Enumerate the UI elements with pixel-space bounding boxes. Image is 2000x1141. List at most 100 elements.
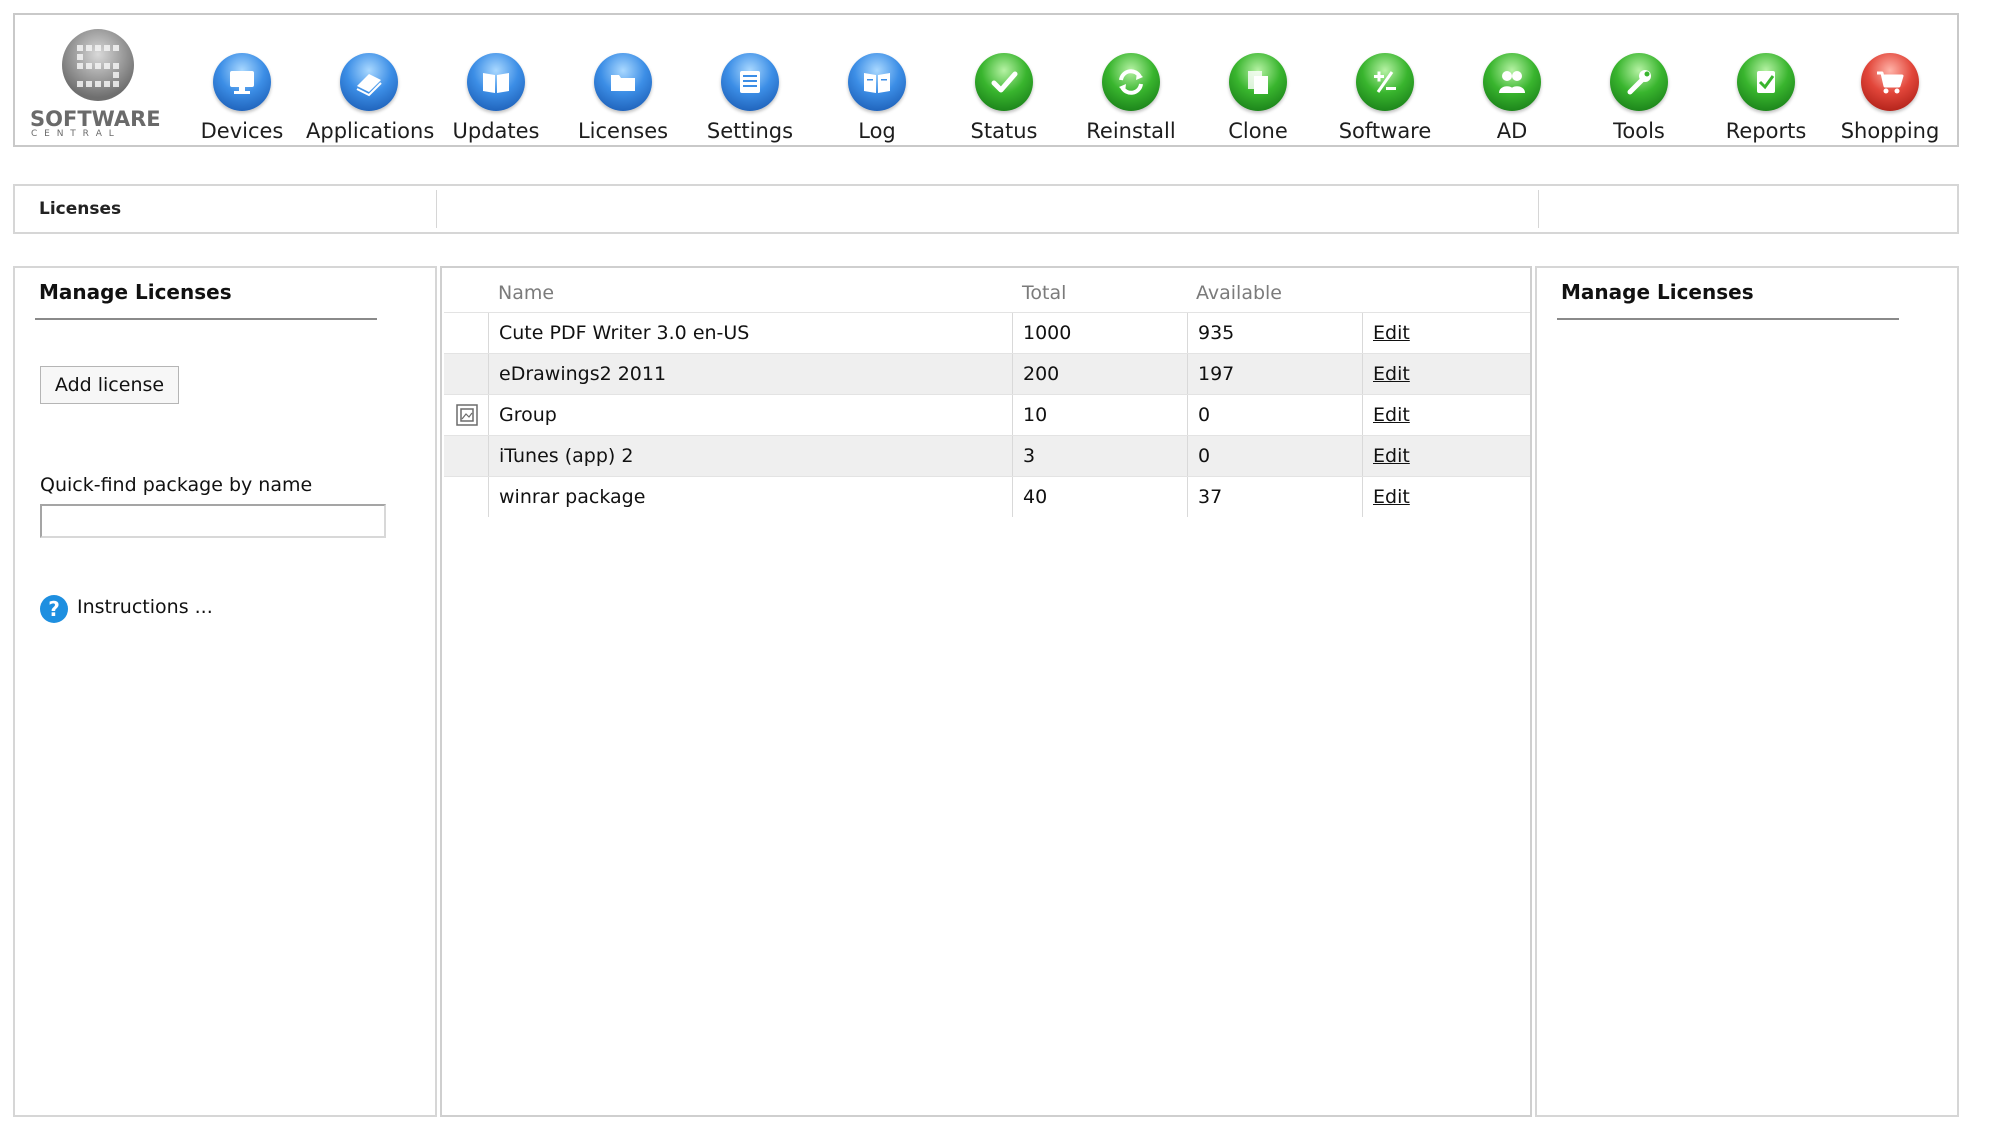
applications-icon: [340, 53, 398, 111]
right-panel: Manage Licenses: [1535, 266, 1959, 1117]
cell-name: eDrawings2 2011: [488, 354, 1012, 394]
logo-subtext: C E N T R A L: [31, 129, 116, 139]
nav-reinstall[interactable]: Reinstall: [1068, 35, 1194, 143]
log-book-icon: [848, 53, 906, 111]
cell-name: iTunes (app) 2: [488, 436, 1012, 476]
cell-available: 197: [1187, 354, 1362, 394]
cell-action: Edit: [1362, 354, 1530, 394]
add-license-button[interactable]: Add license: [40, 366, 179, 404]
table-row[interactable]: winrar package 40 37 Edit: [444, 476, 1530, 517]
row-icon-cell: [444, 436, 488, 476]
nav-label: Shopping: [1840, 119, 1940, 143]
help-icon: ?: [40, 595, 68, 623]
table-row[interactable]: iTunes (app) 2 3 0 Edit: [444, 435, 1530, 476]
folder-icon: [594, 53, 652, 111]
nav-label: Devices: [200, 119, 284, 143]
copy-icon: [1229, 53, 1287, 111]
nav-label: Applications: [306, 119, 435, 143]
cell-action: Edit: [1362, 395, 1530, 435]
nav-label: Settings: [706, 119, 794, 143]
quickfind-label: Quick-find package by name: [40, 474, 313, 496]
cell-action: Edit: [1362, 477, 1530, 517]
main-toolbar: SOFTWARE C E N T R A L Devices Applicati…: [13, 13, 1959, 147]
nav-label: Updates: [452, 119, 540, 143]
edit-link[interactable]: Edit: [1373, 322, 1410, 344]
nav-log[interactable]: Log: [814, 35, 940, 143]
row-icon-cell: [444, 354, 488, 394]
plus-minus-icon: [1356, 53, 1414, 111]
shopping-cart-icon: [1861, 53, 1919, 111]
nav-licenses[interactable]: Licenses: [560, 35, 686, 143]
quickfind-input[interactable]: [40, 504, 386, 538]
panel-title: Manage Licenses: [1561, 280, 1754, 304]
column-header-name[interactable]: Name: [498, 282, 554, 304]
cell-name: Cute PDF Writer 3.0 en-US: [488, 313, 1012, 353]
nav-label: Status: [970, 119, 1038, 143]
nav-tools[interactable]: Tools: [1576, 35, 1702, 143]
title-underline: [1557, 318, 1899, 320]
nav-reports[interactable]: Reports: [1703, 35, 1829, 143]
cell-total: 3: [1012, 436, 1187, 476]
edit-link[interactable]: Edit: [1373, 404, 1410, 426]
nav-ad[interactable]: AD: [1449, 35, 1575, 143]
nav-updates[interactable]: Updates: [433, 35, 559, 143]
column-header-available[interactable]: Available: [1196, 282, 1282, 304]
edit-link[interactable]: Edit: [1373, 445, 1410, 467]
nav-label: Clone: [1228, 119, 1288, 143]
row-icon-cell: [444, 477, 488, 517]
table-row[interactable]: eDrawings2 2011 200 197 Edit: [444, 353, 1530, 394]
nav-label: Log: [858, 119, 896, 143]
cell-available: 0: [1187, 395, 1362, 435]
settings-icon: [721, 53, 779, 111]
breadcrumb-divider: [1538, 190, 1539, 228]
nav-devices[interactable]: Devices: [179, 35, 305, 143]
nav-status[interactable]: Status: [941, 35, 1067, 143]
breadcrumb-divider: [436, 190, 437, 228]
book-icon: [467, 53, 525, 111]
cell-action: Edit: [1362, 313, 1530, 353]
row-icon-cell: [444, 313, 488, 353]
cell-total: 1000: [1012, 313, 1187, 353]
title-underline: [35, 318, 377, 320]
column-header-total[interactable]: Total: [1022, 282, 1066, 304]
nav-clone[interactable]: Clone: [1195, 35, 1321, 143]
nav-label: Tools: [1613, 119, 1665, 143]
cell-total: 10: [1012, 395, 1187, 435]
cell-name: winrar package: [488, 477, 1012, 517]
nav-settings[interactable]: Settings: [687, 35, 813, 143]
row-icon-cell: [444, 395, 488, 435]
wrench-icon: [1610, 53, 1668, 111]
licenses-table-panel: Name Total Available Cute PDF Writer 3.0…: [440, 266, 1532, 1117]
nav-label: AD: [1496, 119, 1528, 143]
nav-label: Software: [1338, 119, 1432, 143]
cell-available: 0: [1187, 436, 1362, 476]
nav-label: Reinstall: [1086, 119, 1176, 143]
panel-title: Manage Licenses: [39, 280, 232, 304]
breadcrumb: Licenses: [39, 199, 122, 219]
cell-name: Group: [488, 395, 1012, 435]
cell-total: 40: [1012, 477, 1187, 517]
breadcrumb-bar: Licenses: [13, 184, 1959, 234]
instructions-label: Instructions ...: [77, 596, 213, 618]
nav-applications[interactable]: Applications: [306, 35, 434, 143]
nav-shopping[interactable]: Shopping: [1827, 35, 1953, 143]
table-row[interactable]: Cute PDF Writer 3.0 en-US 1000 935 Edit: [444, 312, 1530, 353]
edit-link[interactable]: Edit: [1373, 486, 1410, 508]
cell-total: 200: [1012, 354, 1187, 394]
nav-software[interactable]: Software: [1322, 35, 1448, 143]
cell-action: Edit: [1362, 436, 1530, 476]
monitor-icon: [213, 53, 271, 111]
nav-label: Licenses: [577, 119, 669, 143]
edit-link[interactable]: Edit: [1373, 363, 1410, 385]
report-check-icon: [1737, 53, 1795, 111]
refresh-icon: [1102, 53, 1160, 111]
cell-available: 37: [1187, 477, 1362, 517]
checkmark-icon: [975, 53, 1033, 111]
group-icon[interactable]: [456, 404, 478, 426]
table-row[interactable]: Group 10 0 Edit: [444, 394, 1530, 435]
cell-available: 935: [1187, 313, 1362, 353]
users-icon: [1483, 53, 1541, 111]
nav-label: Reports: [1725, 119, 1807, 143]
left-panel: Manage Licenses Add license Quick-find p…: [13, 266, 437, 1117]
software-central-logo[interactable]: SOFTWARE C E N T R A L: [23, 27, 173, 139]
